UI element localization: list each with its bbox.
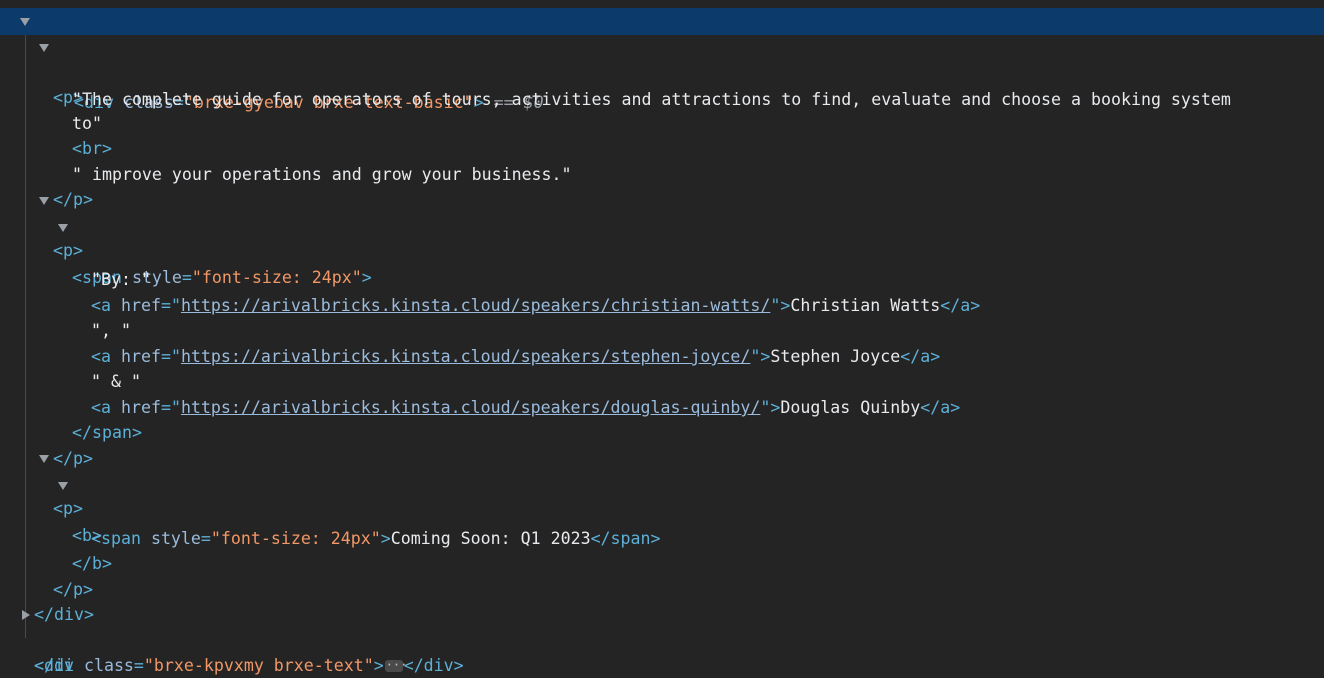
closing-tag-row[interactable]: </p> bbox=[0, 421, 1324, 468]
text-node-row[interactable]: ", " bbox=[0, 293, 1324, 340]
expand-triangle-icon[interactable] bbox=[39, 454, 49, 463]
closing-tag-row[interactable]: </b> bbox=[0, 526, 1324, 573]
ellipsis-icon[interactable] bbox=[384, 653, 407, 678]
expand-triangle-icon[interactable] bbox=[20, 18, 30, 26]
selected-dom-node-row[interactable]: <div class="brxe-gyebav brxe-text-basic"… bbox=[0, 8, 1324, 112]
link-node-row[interactable]: <a href="https://arivalbricks.kinsta.clo… bbox=[0, 370, 1324, 417]
clipped-previous-line bbox=[0, 0, 1324, 8]
text-node-row-continued: to" bbox=[72, 114, 102, 133]
partial-row: </di bbox=[34, 656, 74, 675]
link-node-row[interactable]: <a href="https://arivalbricks.kinsta.clo… bbox=[0, 268, 1324, 315]
collapsed-dom-node-row[interactable]: <div class="brxe-kpvxmy brxe-text"></div… bbox=[0, 603, 1324, 678]
expand-triangle-icon[interactable] bbox=[58, 481, 68, 490]
collapsed-triangle-icon[interactable] bbox=[22, 610, 30, 620]
dom-node-row[interactable]: <br> bbox=[0, 111, 1324, 158]
text-node-row[interactable]: "By: " bbox=[0, 242, 1324, 289]
dom-node-row[interactable]: <p> bbox=[0, 446, 1324, 518]
closing-tag-row[interactable]: </span> bbox=[0, 395, 1324, 442]
text-node-row[interactable]: "The complete guide for operators of tou… bbox=[0, 62, 1324, 109]
dom-node-row[interactable]: <p> bbox=[0, 188, 1324, 260]
dom-node-row[interactable]: <span style="font-size: 24px"> bbox=[0, 215, 1324, 287]
closing-tag-row[interactable]: </p> bbox=[0, 552, 1324, 599]
dom-node-row[interactable]: <b> bbox=[0, 473, 1324, 545]
dom-node-row[interactable]: <p> bbox=[0, 35, 1324, 107]
link-node-row[interactable]: <a href="https://arivalbricks.kinsta.clo… bbox=[0, 319, 1324, 366]
expand-triangle-icon[interactable] bbox=[58, 223, 68, 232]
expand-triangle-icon[interactable] bbox=[39, 43, 49, 52]
expand-triangle-icon[interactable] bbox=[39, 196, 49, 205]
dom-node-row[interactable]: <span style="font-size: 24px">Coming Soo… bbox=[0, 501, 1324, 548]
text-node-row[interactable]: " & " bbox=[0, 344, 1324, 391]
text-node-row[interactable]: " improve your operations and grow your … bbox=[0, 137, 1324, 184]
closing-tag-row[interactable]: </div> bbox=[0, 577, 1324, 624]
closing-tag-row[interactable]: </p> bbox=[0, 162, 1324, 209]
